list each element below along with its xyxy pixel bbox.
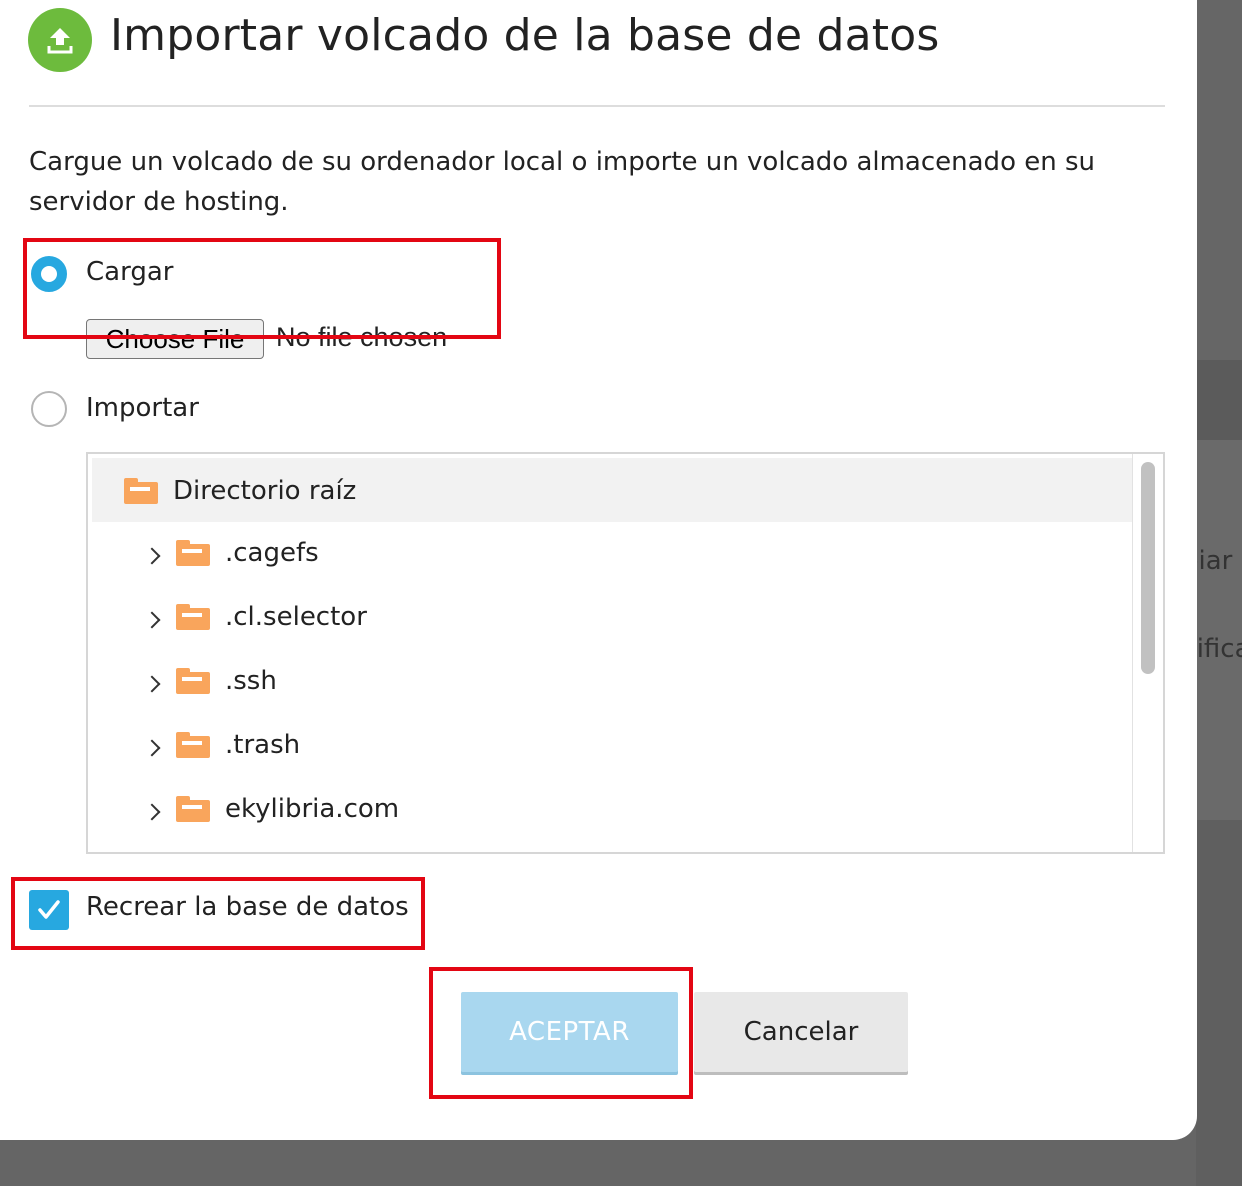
- folder-icon: [124, 478, 158, 504]
- import-radio[interactable]: [31, 391, 67, 427]
- dialog-title: Importar volcado de la base de datos: [110, 10, 940, 61]
- chevron-right-icon[interactable]: [143, 675, 161, 693]
- highlight-box-recreate: [11, 877, 425, 950]
- tree-scrollbar[interactable]: [1132, 454, 1163, 852]
- tree-root-label: Directorio raíz: [173, 476, 357, 506]
- chevron-right-icon[interactable]: [143, 547, 161, 565]
- background-panel: [1196, 440, 1242, 820]
- background-page: biar rifica: [1182, 0, 1242, 1186]
- tree-item-label: ekylibria.com: [225, 794, 400, 824]
- tree-item-label: .trash: [225, 730, 301, 760]
- import-dump-dialog: Importar volcado de la base de datos Car…: [0, 0, 1197, 1140]
- tree-item-label: .cagefs: [225, 538, 319, 568]
- server-file-tree[interactable]: Directorio raíz .cagefs .cl.selector .ss…: [86, 452, 1165, 854]
- background-panel: [1196, 0, 1242, 360]
- title-divider: [29, 105, 1165, 107]
- folder-icon: [176, 796, 210, 822]
- tree-item-label: .cl.selector: [225, 602, 367, 632]
- chevron-right-icon[interactable]: [143, 739, 161, 757]
- highlight-box-accept: [429, 967, 693, 1099]
- tree-root-item[interactable]: Directorio raíz: [92, 458, 1132, 522]
- chevron-right-icon[interactable]: [143, 611, 161, 629]
- upload-icon: [28, 8, 92, 72]
- folder-icon: [176, 540, 210, 566]
- folder-icon: [176, 732, 210, 758]
- dialog-description: Cargue un volcado de su ordenador local …: [29, 147, 1095, 217]
- tree-item-label: .ssh: [225, 666, 277, 696]
- folder-icon: [176, 604, 210, 630]
- folder-icon: [176, 668, 210, 694]
- import-radio-label[interactable]: Importar: [86, 393, 199, 423]
- chevron-right-icon[interactable]: [143, 803, 161, 821]
- cancel-button[interactable]: Cancelar: [694, 992, 908, 1072]
- highlight-box-upload: [23, 238, 501, 339]
- background-strip: [1196, 360, 1242, 440]
- tree-scrollbar-thumb[interactable]: [1141, 462, 1155, 674]
